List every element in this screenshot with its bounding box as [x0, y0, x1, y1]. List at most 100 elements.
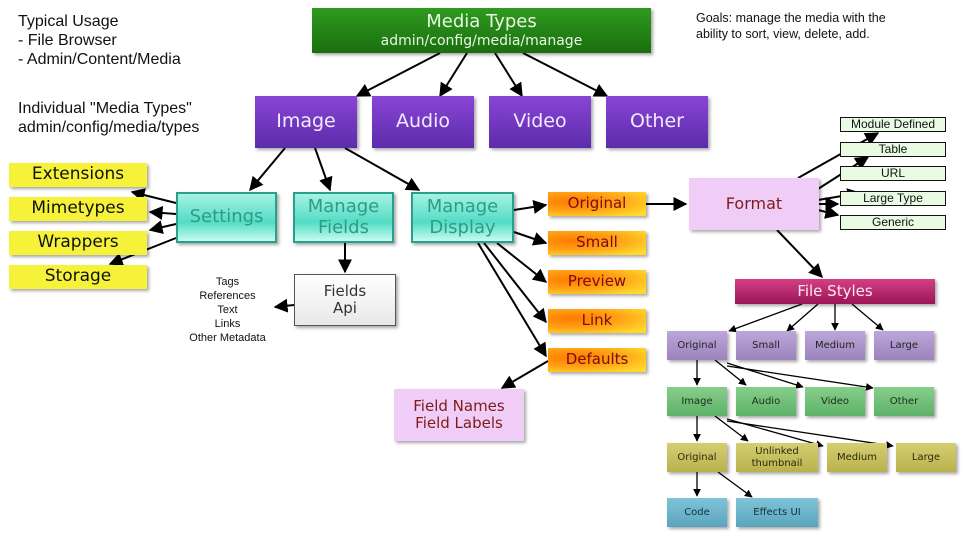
node-label: Display	[429, 216, 496, 238]
node-label: Code	[684, 506, 710, 518]
node-label: Fields	[318, 216, 369, 238]
display-mode-original-node[interactable]: Original	[548, 192, 646, 216]
root-title: Media Types	[426, 11, 537, 33]
media-type-other-node[interactable]: Other	[606, 96, 708, 148]
image-style-original-node[interactable]: Original	[667, 443, 727, 472]
connector-arrow	[522, 52, 609, 97]
connector-arrow	[314, 147, 333, 192]
root-path: admin/config/media/manage	[380, 32, 583, 49]
field-type-item: Tags	[215, 276, 240, 288]
file-style-small-node[interactable]: Small	[736, 331, 796, 360]
connector-arrow	[439, 52, 468, 98]
node-label: Medium	[837, 451, 877, 463]
format-node[interactable]: Format	[689, 178, 819, 230]
node-label: Fields	[323, 281, 367, 300]
media-type-video-node[interactable]: Video	[489, 96, 591, 148]
node-label: Field Names	[413, 396, 505, 415]
settings-wrappers-node[interactable]: Wrappers	[9, 231, 147, 255]
node-label: Small	[752, 339, 780, 351]
node-label: Settings	[189, 206, 264, 228]
node-label: Large	[911, 451, 941, 463]
connector-arrow	[148, 205, 177, 220]
node-label: Video	[513, 110, 567, 133]
node-label: Image	[681, 395, 713, 407]
display-mode-defaults-node[interactable]: Defaults	[548, 348, 646, 372]
display-mode-link-node[interactable]: Link	[548, 309, 646, 333]
settings-node[interactable]: Settings	[176, 192, 277, 243]
goals-note: Goals: manage the media with the ability…	[696, 10, 886, 42]
image-style-medium-node[interactable]: Medium	[827, 443, 887, 472]
node-label: Small	[576, 233, 618, 252]
connector-arrow	[851, 303, 884, 331]
style-media-video-node[interactable]: Video	[805, 387, 865, 416]
file-styles-node[interactable]: File Styles	[735, 279, 935, 304]
node-label: Wrappers	[37, 232, 119, 253]
field-types-list: Tags References Text Links Other Metadat…	[180, 275, 275, 345]
note-line: Typical Usage	[18, 13, 119, 30]
field-type-item: Text	[217, 304, 238, 316]
field-names-node[interactable]: Field Names Field Labels	[394, 389, 524, 441]
node-label: Effects UI	[753, 506, 801, 518]
node-label: thumbnail	[751, 457, 803, 469]
connector-arrow	[786, 303, 819, 332]
node-label: Original	[567, 194, 627, 213]
connector-arrow	[273, 298, 295, 313]
media-type-audio-node[interactable]: Audio	[372, 96, 474, 148]
settings-extensions-node[interactable]: Extensions	[9, 163, 147, 187]
style-media-audio-node[interactable]: Audio	[736, 387, 796, 416]
settings-mimetypes-node[interactable]: Mimetypes	[9, 197, 147, 221]
image-style-unlinked-thumbnail-node[interactable]: Unlinked thumbnail	[736, 443, 818, 472]
node-label: Medium	[815, 339, 855, 351]
individual-types-note: Individual "Media Types" admin/config/me…	[18, 99, 199, 137]
connector-arrow	[513, 231, 548, 246]
style-media-image-node[interactable]: Image	[667, 387, 727, 416]
media-types-root-node[interactable]: Media Types admin/config/media/manage	[312, 8, 651, 53]
media-type-image-node[interactable]: Image	[255, 96, 357, 148]
node-label: Original	[677, 451, 717, 463]
node-label: Large Type	[863, 190, 923, 205]
manage-display-node[interactable]: Manage Display	[411, 192, 514, 243]
settings-storage-node[interactable]: Storage	[9, 265, 147, 289]
file-style-original-node[interactable]: Original	[667, 331, 727, 360]
node-label: Mimetypes	[31, 198, 125, 219]
node-label: Generic	[871, 214, 915, 229]
node-label: Table	[878, 141, 908, 156]
node-label: Link	[581, 311, 613, 330]
original-effects-ui-node[interactable]: Effects UI	[736, 498, 818, 527]
connector-arrow	[148, 220, 177, 234]
manage-fields-node[interactable]: Manage Fields	[293, 192, 394, 243]
display-mode-preview-node[interactable]: Preview	[548, 270, 646, 294]
connector-arrow	[355, 52, 441, 97]
image-style-large-node[interactable]: Large	[896, 443, 956, 472]
connector-arrow	[483, 242, 547, 324]
display-mode-small-node[interactable]: Small	[548, 231, 646, 255]
original-code-node[interactable]: Code	[667, 498, 727, 527]
style-media-other-node[interactable]: Other	[874, 387, 934, 416]
format-module-defined-node[interactable]: Module Defined	[840, 117, 946, 132]
connector-arrow	[513, 200, 548, 214]
note-line: Goals: manage the media with the	[696, 11, 886, 25]
node-label: Module Defined	[850, 116, 936, 131]
note-line: - File Browser	[18, 32, 117, 50]
connector-arrow	[477, 242, 547, 358]
node-label: Format	[725, 193, 783, 213]
format-generic-node[interactable]: Generic	[840, 215, 946, 230]
node-label: Video	[820, 395, 850, 407]
format-url-node[interactable]: URL	[840, 166, 946, 181]
node-label: Other	[889, 395, 919, 407]
node-label: Audio	[751, 395, 781, 407]
node-label: Api	[333, 299, 357, 317]
format-large-type-node[interactable]: Large Type	[840, 191, 946, 206]
node-label: Large	[889, 339, 919, 351]
typical-usage-note: Typical Usage - File Browser - Admin/Con…	[18, 12, 181, 70]
node-label: Unlinked	[755, 446, 799, 457]
fields-api-node[interactable]: Fields Api	[294, 274, 396, 326]
field-type-item: Other Metadata	[189, 332, 266, 344]
node-label: File Styles	[797, 281, 873, 300]
file-style-medium-node[interactable]: Medium	[805, 331, 865, 360]
node-label: Manage	[426, 195, 499, 217]
connector-arrow	[728, 303, 803, 333]
format-table-node[interactable]: Table	[840, 142, 946, 157]
node-label: Preview	[567, 272, 627, 291]
file-style-large-node[interactable]: Large	[874, 331, 934, 360]
